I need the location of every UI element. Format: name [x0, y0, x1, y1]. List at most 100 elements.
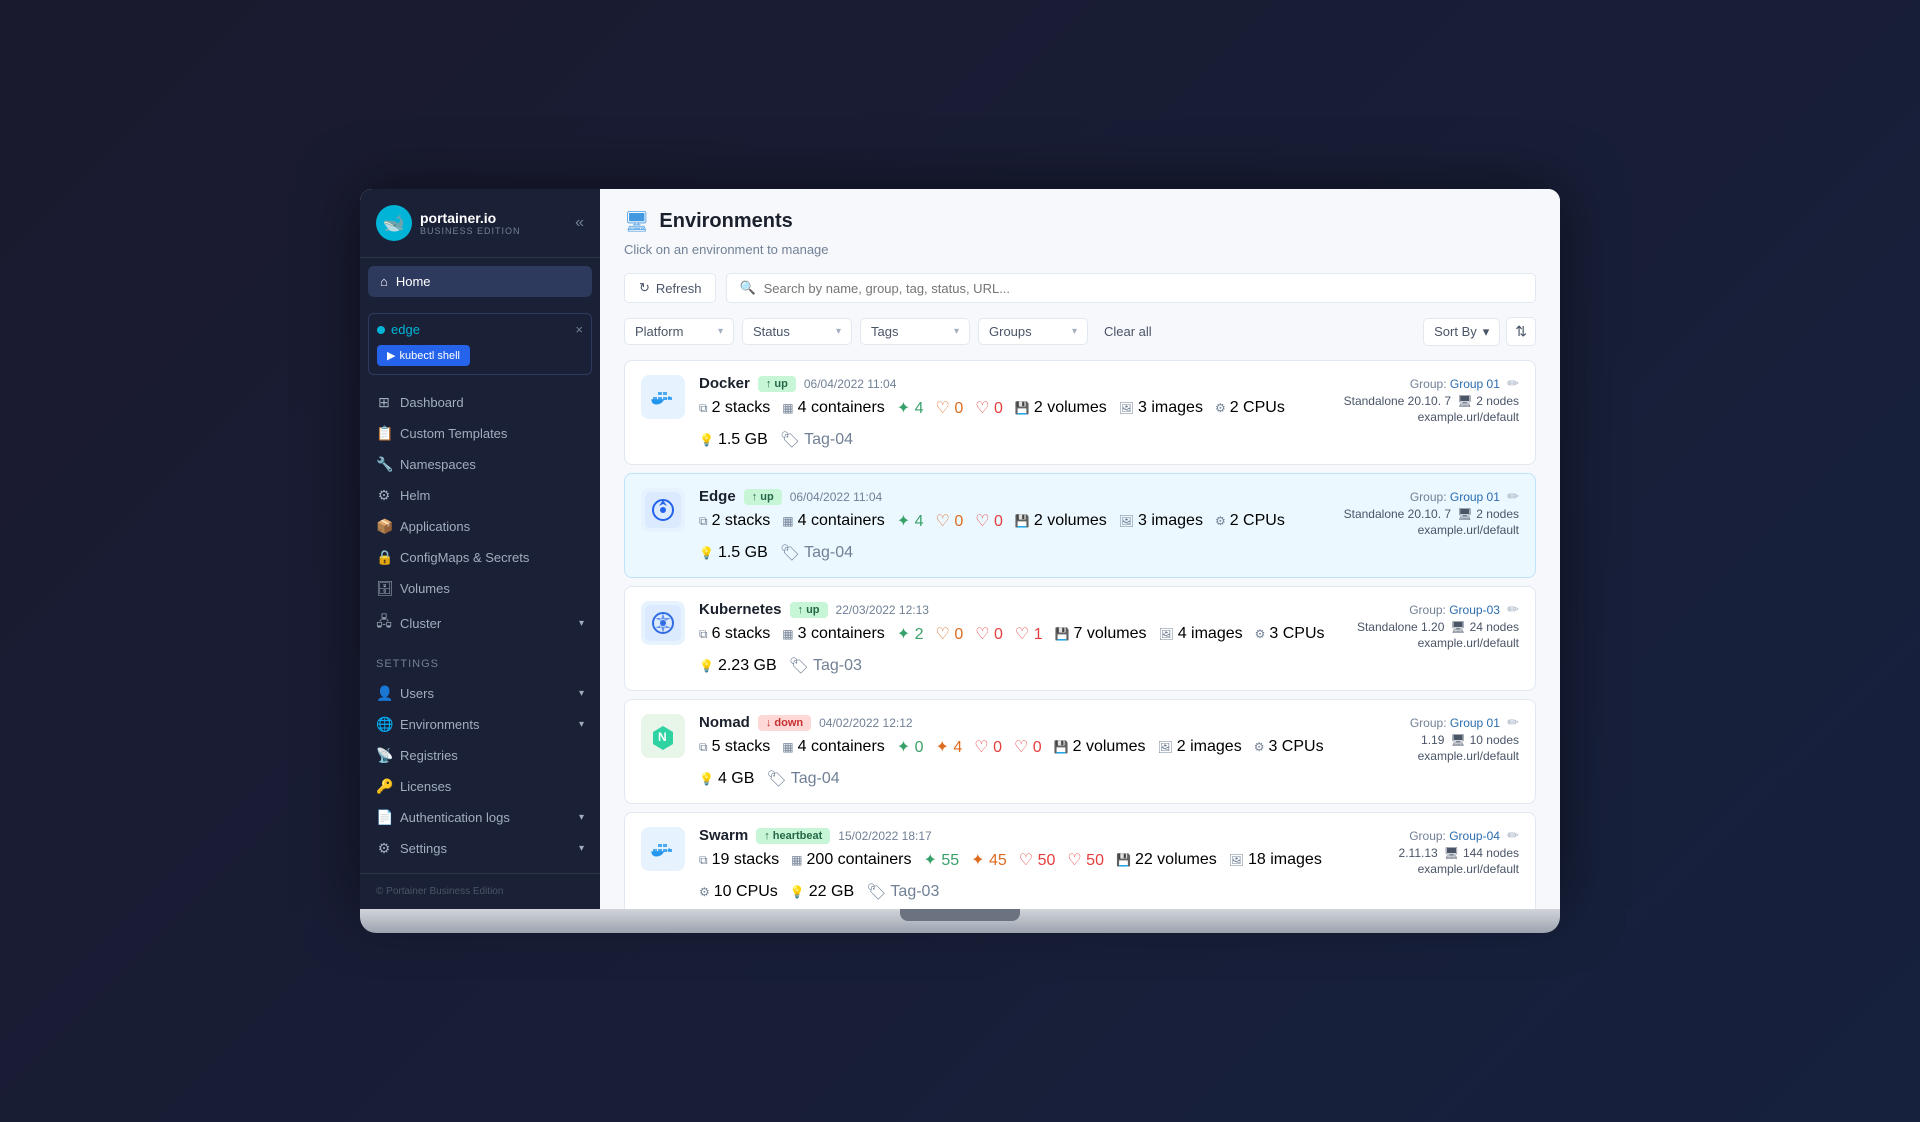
- tags-filter-label: Tags: [871, 324, 898, 339]
- sidebar-item-settings[interactable]: ⚙ Settings ▾: [360, 833, 600, 864]
- sidebar-collapse-button[interactable]: «: [575, 214, 584, 232]
- nomad-title-row: Nomad ↓ down 04/02/2022 12:12: [699, 714, 1325, 731]
- kubernetes-timestamp: 22/03/2022 12:13: [836, 603, 929, 617]
- swarm-stat2: ✦ 45: [971, 850, 1007, 870]
- sort-order-button[interactable]: ⇅: [1506, 317, 1536, 346]
- sidebar-footer: © Portainer Business Edition: [360, 873, 600, 909]
- sidebar-item-label: Environments: [400, 717, 479, 732]
- sort-section: Sort By ▾ ⇅: [1423, 317, 1536, 346]
- nomad-tag: 🏷Tag-04: [766, 769, 839, 789]
- settings-section-label: Settings: [360, 646, 600, 674]
- k8s-edit-icon[interactable]: ✏: [1507, 601, 1519, 617]
- sidebar-item-registries[interactable]: 📡 Registries: [360, 740, 600, 771]
- edge-edit-icon[interactable]: ✏: [1507, 488, 1519, 504]
- sidebar-item-custom-templates[interactable]: 📋 Custom Templates: [360, 418, 600, 449]
- sidebar-item-auth-logs[interactable]: 📄 Authentication logs ▾: [360, 802, 600, 833]
- environment-card-kubernetes[interactable]: Kubernetes ↑ up 22/03/2022 12:13 ⧉6 stac…: [624, 586, 1536, 691]
- platform-filter[interactable]: Platform ▾: [624, 318, 734, 345]
- swarm-env-body: Swarm ↑ heartbeat 15/02/2022 18:17 ⧉19 s…: [699, 827, 1325, 902]
- refresh-icon: ↻: [639, 280, 650, 296]
- nomad-env-right: Group: Group 01 ✏ 1.19 🖥10 nodes example…: [1339, 714, 1519, 763]
- tags-filter[interactable]: Tags ▾: [860, 318, 970, 345]
- logo-title: portainer.io: [420, 210, 521, 226]
- sidebar-item-label: Custom Templates: [400, 426, 507, 441]
- docker-tag: 🏷Tag-04: [780, 430, 853, 450]
- k8s-containers: ▦3 containers: [782, 625, 885, 643]
- page-title: Environments: [659, 210, 792, 233]
- sidebar-item-licenses[interactable]: 🔑 Licenses: [360, 771, 600, 802]
- kubectl-shell-button[interactable]: ▶ kubectl shell: [377, 345, 470, 366]
- swarm-title-row: Swarm ↑ heartbeat 15/02/2022 18:17: [699, 827, 1325, 844]
- home-label: Home: [396, 274, 431, 289]
- docker-meta: ⧉2 stacks ▦4 containers ✦ 4 ♡ 0 ♡ 0 💾2 v…: [699, 398, 1325, 450]
- docker-containers: ▦4 containers: [782, 399, 885, 417]
- sidebar-item-label: Applications: [400, 519, 470, 534]
- environments-chevron-icon: ▾: [579, 719, 584, 730]
- environment-card-docker[interactable]: Docker ↑ up 06/04/2022 11:04 ⧉2 stacks ▦…: [624, 360, 1536, 465]
- sort-by-button[interactable]: Sort By ▾: [1423, 318, 1500, 346]
- groups-filter[interactable]: Groups ▾: [978, 318, 1088, 345]
- k8s-stat1: ✦ 2: [897, 624, 924, 644]
- configmaps-icon: 🔒: [376, 549, 392, 566]
- docker-edit-icon[interactable]: ✏: [1507, 375, 1519, 391]
- search-icon: 🔍: [739, 280, 755, 296]
- k8s-tag: 🏷Tag-03: [789, 656, 862, 676]
- svg-text:N: N: [658, 730, 667, 744]
- edge-close-button[interactable]: ×: [575, 322, 583, 337]
- dashboard-icon: ⊞: [376, 394, 392, 411]
- namespaces-icon: 🔧: [376, 456, 392, 473]
- sidebar-item-namespaces[interactable]: 🔧 Namespaces: [360, 449, 600, 480]
- status-filter[interactable]: Status ▾: [742, 318, 852, 345]
- k8s-images: 🖼4 images: [1158, 625, 1242, 643]
- kubernetes-env-name: Kubernetes: [699, 601, 782, 618]
- docker-group-label: Group: Group 01 ✏: [1410, 375, 1519, 392]
- environment-card-swarm[interactable]: Swarm ↑ heartbeat 15/02/2022 18:17 ⧉19 s…: [624, 812, 1536, 909]
- swarm-group-label: Group: Group-04 ✏: [1409, 827, 1519, 844]
- swarm-env-right: Group: Group-04 ✏ 2.11.13 🖥144 nodes exa…: [1339, 827, 1519, 876]
- sidebar-item-applications[interactable]: 📦 Applications: [360, 511, 600, 542]
- filters-bar: Platform ▾ Status ▾ Tags ▾ Groups ▾: [624, 317, 1536, 346]
- nomad-images: 🖼2 images: [1158, 738, 1242, 756]
- environments-page-icon: 🖥: [624, 209, 649, 234]
- edge-version: Standalone 20.10. 7 🖥2 nodes: [1344, 507, 1519, 521]
- sidebar-item-users[interactable]: 👤 Users ▾: [360, 678, 600, 709]
- docker-title-row: Docker ↑ up 06/04/2022 11:04: [699, 375, 1325, 392]
- edge-group-label: Group: Group 01 ✏: [1410, 488, 1519, 505]
- search-input[interactable]: [764, 281, 1523, 296]
- kubernetes-meta: ⧉6 stacks ▦3 containers ✦ 2 ♡ 0 ♡ 0 ♡ 1 …: [699, 624, 1325, 676]
- volumes-icon: 💾: [1015, 401, 1030, 415]
- sidebar-item-configmaps[interactable]: 🔒 ConfigMaps & Secrets: [360, 542, 600, 573]
- swarm-containers: ▦200 containers: [791, 851, 911, 869]
- swarm-stat3: ♡ 50: [1019, 850, 1056, 870]
- k8s-stat2: ♡ 0: [936, 624, 964, 644]
- edge-title-row: Edge ↑ up 06/04/2022 11:04: [699, 488, 1325, 505]
- edge-tag: 🏷Tag-04: [780, 543, 853, 563]
- k8s-group-label: Group: Group-03 ✏: [1409, 601, 1519, 618]
- swarm-edit-icon[interactable]: ✏: [1507, 827, 1519, 843]
- refresh-button[interactable]: ↻ Refresh: [624, 273, 716, 303]
- kubernetes-title-row: Kubernetes ↑ up 22/03/2022 12:13: [699, 601, 1325, 618]
- sidebar-item-dashboard[interactable]: ⊞ Dashboard: [360, 387, 600, 418]
- k8s-nodes: 🖥24 nodes: [1450, 620, 1519, 634]
- sidebar-item-environments[interactable]: 🌐 Environments ▾: [360, 709, 600, 740]
- settings-chevron-icon: ▾: [579, 843, 584, 854]
- edge-status-dot: [377, 326, 385, 334]
- docker-env-body: Docker ↑ up 06/04/2022 11:04 ⧉2 stacks ▦…: [699, 375, 1325, 450]
- environment-card-nomad[interactable]: N Nomad ↓ down 04/02/2022 12:12 ⧉5 stack…: [624, 699, 1536, 804]
- clear-all-button[interactable]: Clear all: [1096, 319, 1160, 344]
- search-box[interactable]: 🔍: [726, 273, 1536, 303]
- swarm-cpus: ⚙10 CPUs: [699, 883, 778, 901]
- nomad-env-name: Nomad: [699, 714, 750, 731]
- sidebar-nav: ⊞ Dashboard 📋 Custom Templates 🔧 Namespa…: [360, 383, 600, 646]
- sidebar-item-home[interactable]: ⌂ Home: [368, 266, 592, 297]
- environment-card-edge[interactable]: Edge ↑ up 06/04/2022 11:04 ⧉2 stacks ▦4 …: [624, 473, 1536, 578]
- sidebar-item-cluster[interactable]: 🖧 Cluster ▾: [360, 604, 600, 642]
- docker-version: Standalone 20.10. 7 🖥2 nodes: [1344, 394, 1519, 408]
- sidebar-item-helm[interactable]: ⚙ Helm: [360, 480, 600, 511]
- swarm-ram: 💡22 GB: [790, 883, 854, 901]
- swarm-status-badge: ↑ heartbeat: [756, 828, 830, 844]
- nomad-edit-icon[interactable]: ✏: [1507, 714, 1519, 730]
- sidebar-item-volumes[interactable]: 🗄 Volumes: [360, 573, 600, 604]
- k8s-url: example.url/default: [1418, 636, 1519, 650]
- portainer-logo-icon: 🐋: [376, 205, 412, 241]
